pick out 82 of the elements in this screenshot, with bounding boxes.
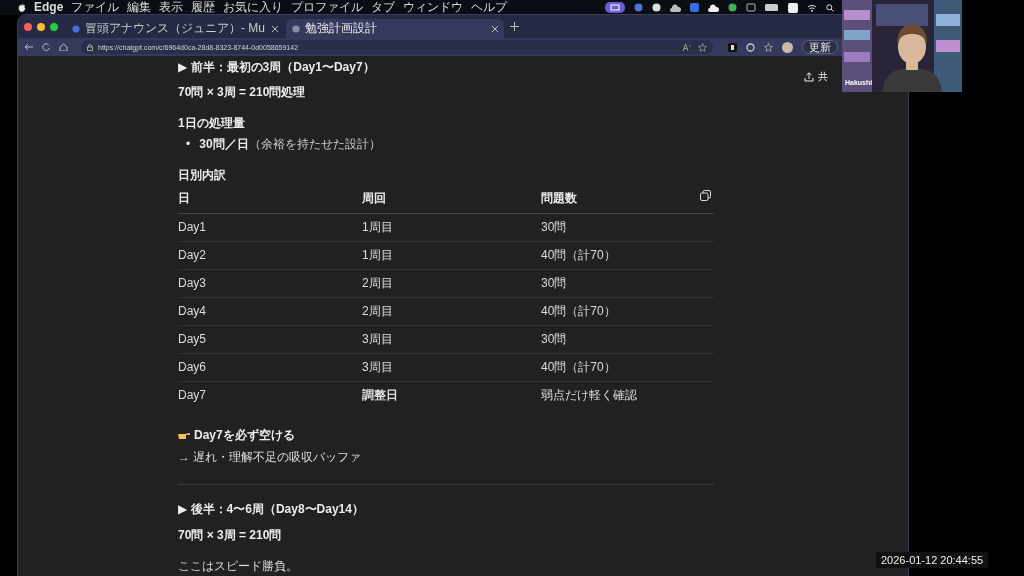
home-icon[interactable]	[59, 43, 68, 51]
table-cell: 弱点だけ軽く確認	[541, 387, 637, 402]
section-heading: ▶ 後半：4〜6周（Day8〜Day14）	[178, 500, 365, 518]
table-cell: Day1	[178, 220, 206, 235]
subheading: 1日の処理量	[178, 115, 246, 132]
table-cell: 3周目	[362, 331, 393, 346]
cloud-icon[interactable]	[708, 3, 719, 12]
circle-icon[interactable]	[746, 42, 755, 52]
table-cell: 40問（計70）	[541, 247, 616, 262]
table-cell: Day5	[178, 332, 206, 347]
close-icon[interactable]	[492, 25, 498, 32]
read-aloud-icon[interactable]	[682, 42, 691, 51]
menu-item[interactable]: 表示	[159, 0, 184, 15]
note-text: → 遅れ・理解不足の吸収バッファ	[178, 448, 363, 466]
table-cell: 2周目	[362, 275, 393, 290]
close-button[interactable]	[24, 22, 32, 31]
table-cell: 30問	[541, 275, 567, 290]
circle-icon[interactable]	[652, 3, 661, 12]
apple-icon[interactable]	[18, 3, 26, 12]
table-cell: 2周目	[362, 303, 393, 318]
table-cell: Day4	[178, 304, 206, 319]
browser-tab[interactable]: 勉強計画設計	[286, 19, 504, 38]
table-cell: Day2	[178, 248, 206, 263]
column-header: 問題数	[541, 190, 577, 205]
close-icon[interactable]	[272, 25, 278, 32]
star-icon[interactable]	[698, 42, 707, 52]
menu-item[interactable]: ウィンドウ	[403, 0, 464, 15]
section-heading: ▶ 前半：最初の3周（Day1〜Day7）	[178, 59, 376, 76]
table-cell: 1周目	[362, 219, 393, 234]
table-cell: Day7	[178, 388, 206, 403]
plus-icon[interactable]	[510, 22, 519, 31]
table-cell: 40問（計70）	[541, 303, 616, 318]
screen-icon[interactable]	[605, 2, 625, 13]
table-cell: 1周目	[362, 247, 393, 262]
share-icon	[804, 72, 814, 82]
cloud-icon[interactable]	[670, 3, 681, 12]
minimize-button[interactable]	[37, 22, 45, 31]
column-header: 日	[178, 190, 190, 205]
body-text: ここはスピード勝負。	[178, 557, 299, 575]
menu-item[interactable]: ヘルプ	[471, 0, 508, 15]
menu-item[interactable]: ファイル	[71, 0, 120, 15]
bullet-item: 30問／日（余裕を持たせた設計）	[199, 136, 381, 153]
table-cell: 調整日	[362, 387, 398, 402]
table-cell: 40問（計70）	[541, 359, 616, 374]
globe-icon	[292, 24, 300, 33]
menu-item[interactable]: Edge	[34, 0, 64, 15]
table-cell: Day3	[178, 276, 206, 291]
extension-icon[interactable]	[728, 42, 737, 52]
copy-icon[interactable]	[700, 189, 711, 201]
back-icon[interactable]	[24, 43, 33, 51]
timestamp: 2026-01-12 20:44:55	[881, 554, 984, 566]
share-button[interactable]: 共	[804, 70, 828, 84]
menu-item[interactable]: プロファイル	[291, 0, 364, 15]
table-cell: 30問	[541, 331, 567, 346]
battery-icon[interactable]	[765, 4, 779, 11]
reload-icon[interactable]	[42, 43, 50, 51]
browser-tab[interactable]: 冒頭アナウンス（ジュニア）- Mu	[66, 19, 284, 38]
star-icon[interactable]	[764, 42, 773, 52]
table-cell: Day6	[178, 360, 206, 375]
lock-icon	[87, 43, 93, 51]
window-icon[interactable]	[746, 3, 756, 12]
menu-item[interactable]: 履歴	[191, 0, 216, 15]
note-title: Day7を必ず空ける	[194, 426, 295, 444]
formula-text: 70問 × 3周 = 210問	[178, 526, 283, 544]
subheading: 日別内訳	[178, 166, 227, 184]
menu-item[interactable]: 編集	[127, 0, 152, 15]
table-cell: 30問	[541, 219, 567, 234]
search-icon[interactable]	[826, 3, 834, 12]
menu-item[interactable]: タブ	[371, 0, 396, 15]
globe-icon	[72, 24, 80, 33]
maximize-button[interactable]	[50, 22, 58, 31]
bullet-marker: •	[186, 136, 191, 153]
update-button[interactable]: 更新	[802, 39, 838, 55]
avatar-icon[interactable]	[782, 41, 793, 53]
pointing-hand-icon	[178, 431, 190, 440]
square-icon[interactable]	[788, 2, 798, 13]
formula-text: 70問 × 3周 = 210問処理	[178, 84, 307, 101]
menu-item[interactable]: お気に入り	[223, 0, 284, 15]
column-header: 周回	[362, 190, 386, 205]
circle-icon[interactable]	[728, 3, 737, 12]
table-cell: 3周目	[362, 359, 393, 374]
wifi-icon[interactable]	[807, 3, 817, 12]
